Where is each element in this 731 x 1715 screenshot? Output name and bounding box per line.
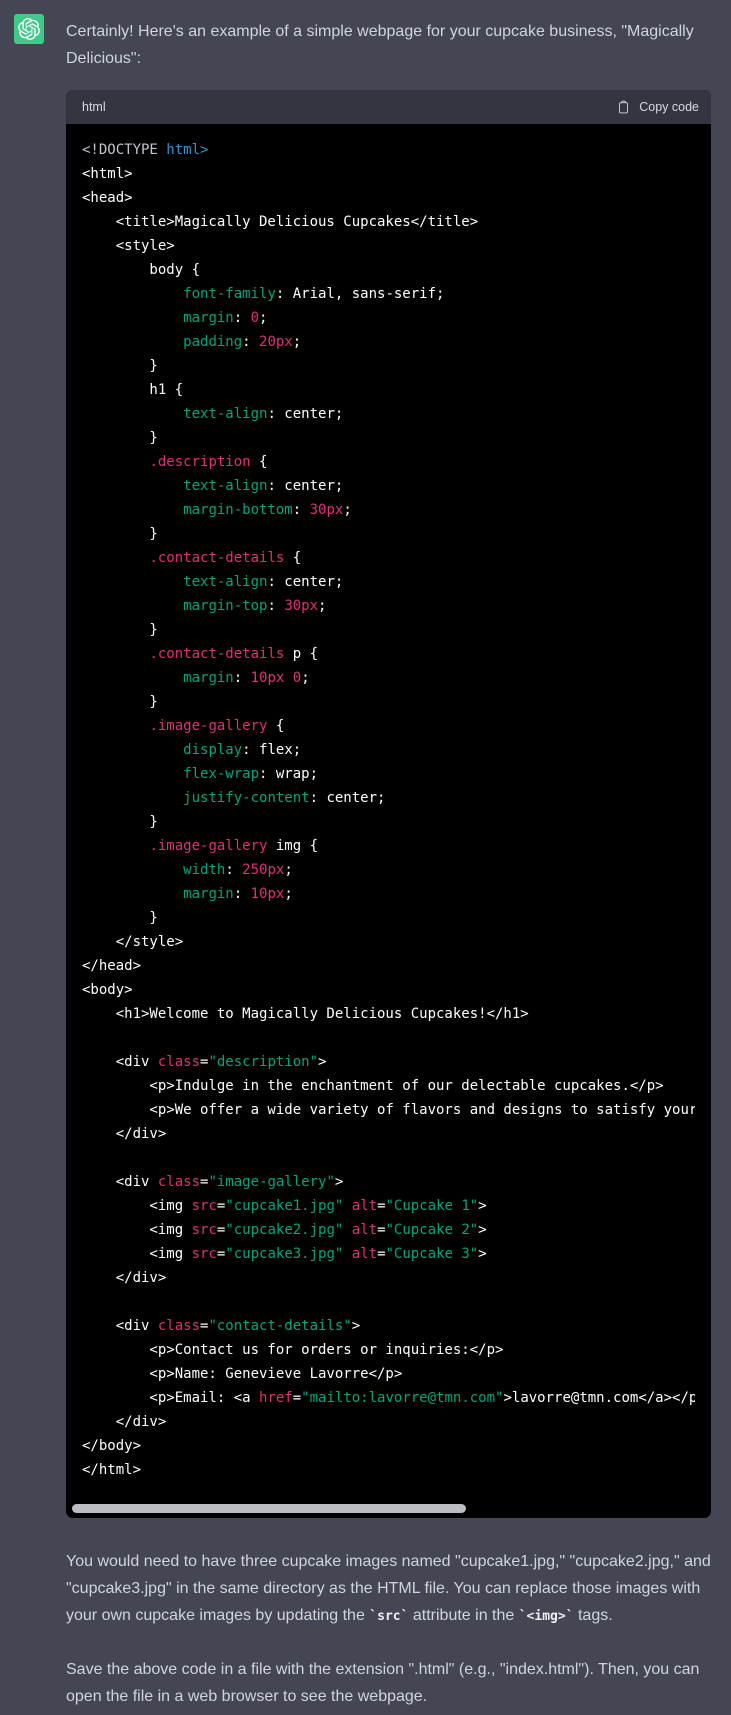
copy-code-button[interactable]: Copy code [616,99,699,115]
assistant-message-row: Certainly! Here's an example of a simple… [0,0,731,1710]
code-line: } [82,694,158,710]
code-line: <div class="image-gallery"> [82,1174,344,1190]
code-content: <!DOCTYPE html> <html> <head> <title>Magic… [66,124,711,1518]
code-line: <img src="cupcake2.jpg" alt="Cupcake 2"> [82,1222,487,1238]
code-line: <div class="contact-details"> [82,1318,361,1334]
code-line: <body> [82,982,133,998]
code-line: <p>Name: Genevieve Lavorre</p> [82,1366,403,1382]
code-line: <p>Contact us for orders or inquiries:</… [82,1342,504,1358]
code-line: h1 { [82,382,184,398]
code-line: } [82,430,158,446]
horizontal-scrollbar-thumb[interactable] [72,1504,466,1513]
code-line: <style> [82,238,175,254]
code-line: margin-bottom: 30px; [183,502,352,518]
code-line: display: flex; [183,742,302,758]
code-line: justify-content: center; [183,790,386,806]
openai-logo-icon [18,18,40,40]
code-line: .description { [149,454,268,470]
code-line: </head> [82,958,142,974]
code-line: } [82,358,158,374]
code-line: .image-gallery { [149,718,285,734]
code-line: text-align: center; [183,478,344,494]
code-line: </div> [82,1414,167,1430]
code-line: } [82,910,158,926]
code-line: text-align: center; [183,406,344,422]
message-intro-text: Certainly! Here's an example of a simple… [66,23,694,67]
code-line: <!DOCTYPE html> [82,142,209,158]
code-line: body { [82,262,201,278]
code-line: <title>Magically Delicious Cupcakes</tit… [82,214,479,230]
code-line: <img src="cupcake3.jpg" alt="Cupcake 3"> [82,1246,487,1262]
code-line: margin: 0; [183,310,268,326]
outro-paragraph-1: You would need to have three cupcake ima… [66,1553,711,1624]
code-pre: <!DOCTYPE html> <html> <head> <title>Magic… [82,138,695,1482]
code-line: padding: 20px; [183,334,302,350]
code-line: flex-wrap: wrap; [183,766,319,782]
code-block: html Copy code <!DOCTYPE html> <html> <hea… [66,90,711,1518]
code-language-label: html [82,99,106,114]
code-line: width: 250px; [183,862,293,878]
code-line: <p>We offer a wide variety of flavors an… [82,1102,695,1118]
code-line: </div> [82,1270,167,1286]
code-line: .image-gallery img { [149,838,319,854]
code-line: margin: 10px 0; [183,670,310,686]
code-line: <p>Indulge in the enchantment of our del… [82,1078,664,1094]
code-block-header: html Copy code [66,90,711,124]
clipboard-icon [619,100,629,114]
inline-code: `<img>` [518,1609,574,1624]
code-line: <p>Email: <a href="mailto:lavorre@tmn.co… [82,1390,695,1406]
code-line: margin: 10px; [183,886,293,902]
copy-code-label: Copy code [639,99,699,114]
code-line: .contact-details { [149,550,302,566]
code-line: </body> [82,1438,142,1454]
code-line: </div> [82,1126,167,1142]
code-line: <head> [82,190,133,206]
code-line: } [82,622,158,638]
outro-paragraph-2: Save the above code in a file with the e… [66,1661,700,1705]
code-line: </html> [82,1462,142,1478]
code-line: } [82,526,158,542]
assistant-avatar [14,14,44,44]
code-line: <div class="description"> [82,1054,327,1070]
code-line: <img src="cupcake1.jpg" alt="Cupcake 1"> [82,1198,487,1214]
code-line: font-family: Arial, sans-serif; [183,286,445,302]
code-line: margin-top: 30px; [183,598,327,614]
code-line: .contact-details p { [149,646,319,662]
inline-code: `src` [369,1609,409,1624]
code-line: </style> [82,934,184,950]
assistant-message-content: Certainly! Here's an example of a simple… [66,14,711,1710]
code-line: text-align: center; [183,574,344,590]
code-line: <html> [82,166,133,182]
code-line: } [82,814,158,830]
code-line: <h1>Welcome to Magically Delicious Cupca… [82,1006,529,1022]
